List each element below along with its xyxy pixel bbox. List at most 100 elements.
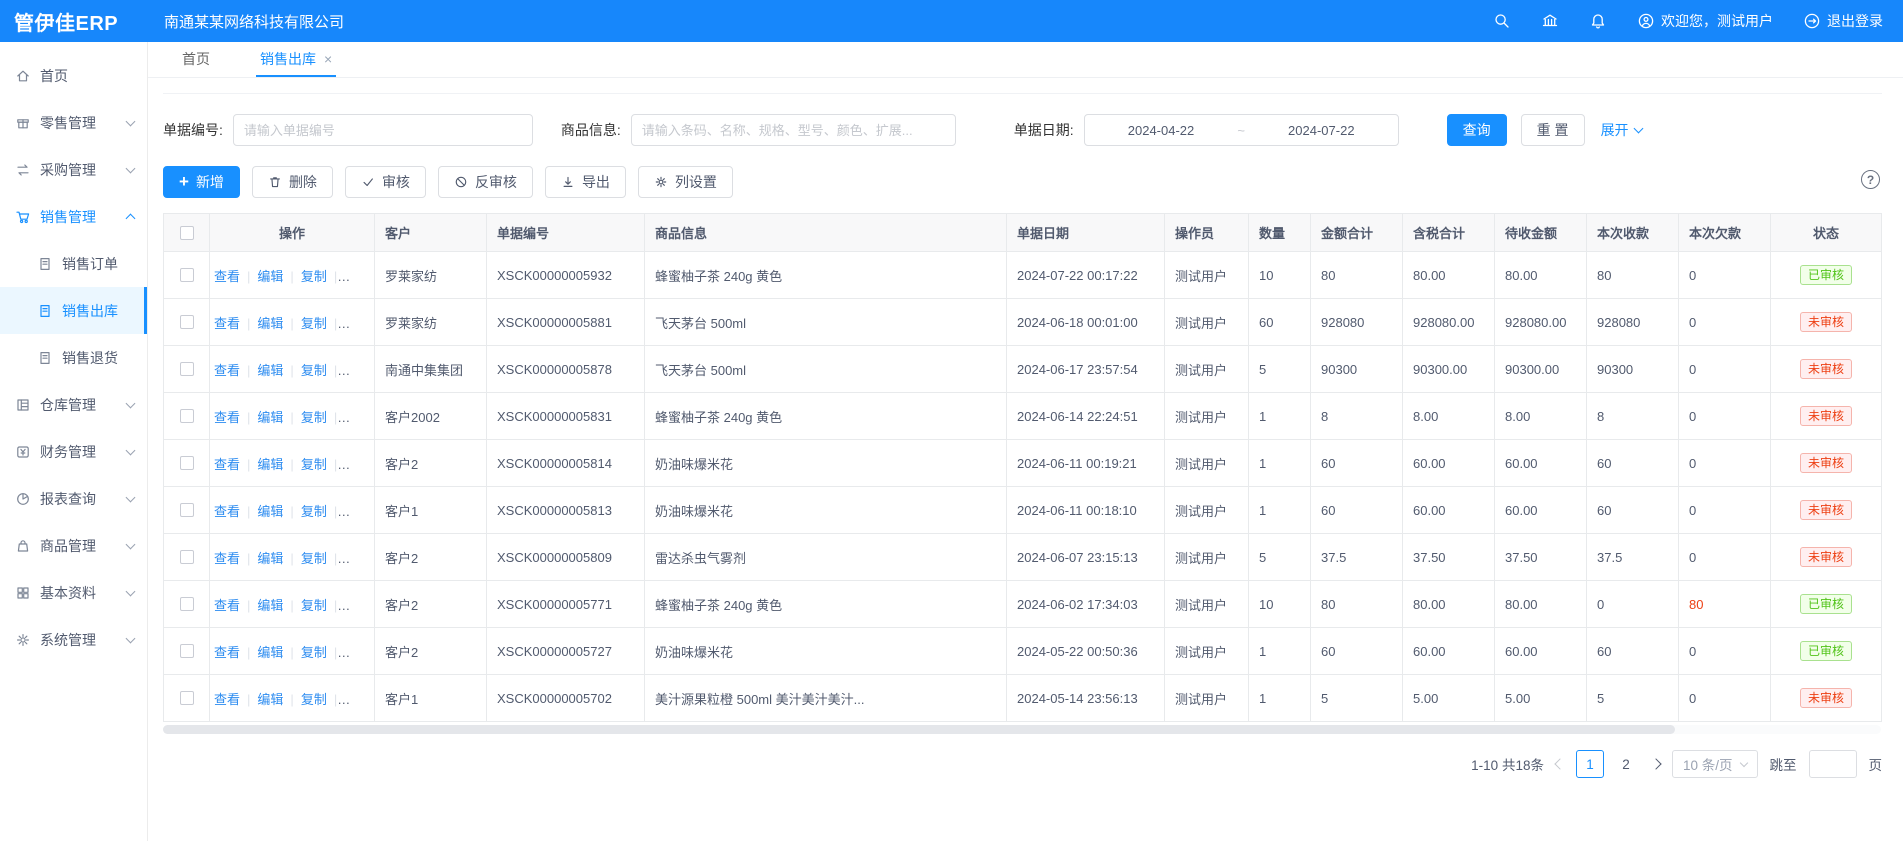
doc-icon [37, 350, 53, 366]
action-复制[interactable]: 复制 [301, 457, 327, 472]
plus-button[interactable]: +新增 [163, 166, 240, 198]
ban-button[interactable]: 反审核 [438, 166, 533, 198]
date-to[interactable]: 2024-07-22 [1288, 123, 1355, 138]
action-复制[interactable]: 复制 [301, 645, 327, 660]
sidebar-item-retail[interactable]: 零售管理 [0, 99, 147, 146]
select-all-checkbox[interactable] [180, 226, 194, 240]
next-page-icon[interactable] [1650, 758, 1661, 769]
cell-amount: 80 [1311, 581, 1403, 628]
action-编辑[interactable]: 编辑 [257, 269, 283, 284]
action-复制[interactable]: 复制 [301, 598, 327, 613]
page-number-1[interactable]: 1 [1576, 750, 1604, 778]
action-复制[interactable]: 复制 [301, 363, 327, 378]
jump-page-input[interactable] [1809, 750, 1857, 778]
reset-button[interactable]: 重 置 [1521, 114, 1585, 146]
status-badge: 已审核 [1800, 641, 1852, 661]
search-icon[interactable] [1493, 12, 1511, 30]
row-checkbox[interactable] [180, 409, 194, 423]
date-range-picker[interactable]: 2024-04-22 ~ 2024-07-22 [1084, 114, 1399, 146]
row-checkbox[interactable] [180, 456, 194, 470]
action-查看[interactable]: 查看 [214, 551, 240, 566]
action-复制[interactable]: 复制 [301, 692, 327, 707]
close-icon[interactable]: × [324, 51, 332, 67]
gear-button[interactable]: 列设置 [638, 166, 733, 198]
welcome-text: 欢迎您，测试用户 [1661, 11, 1773, 31]
bell-icon[interactable] [1589, 12, 1607, 30]
row-checkbox[interactable] [180, 315, 194, 329]
sidebar-item-purchase[interactable]: 采购管理 [0, 146, 147, 193]
page-size-select[interactable]: 10 条/页 [1672, 750, 1758, 778]
action-编辑[interactable]: 编辑 [257, 410, 283, 425]
action-编辑[interactable]: 编辑 [257, 363, 283, 378]
action-查看[interactable]: 查看 [214, 598, 240, 613]
action-查看[interactable]: 查看 [214, 457, 240, 472]
row-checkbox[interactable] [180, 691, 194, 705]
action-复制[interactable]: 复制 [301, 504, 327, 519]
action-编辑[interactable]: 编辑 [257, 457, 283, 472]
action-查看[interactable]: 查看 [214, 645, 240, 660]
scrollbar-thumb[interactable] [163, 725, 1675, 734]
welcome-user[interactable]: 欢迎您，测试用户 [1637, 11, 1773, 31]
action-查看[interactable]: 查看 [214, 504, 240, 519]
action-编辑[interactable]: 编辑 [257, 504, 283, 519]
trash-button[interactable]: 删除 [252, 166, 333, 198]
sidebar-item-finance[interactable]: 财务管理 [0, 428, 147, 475]
help-icon[interactable]: ? [1861, 170, 1880, 189]
home-icon [15, 68, 31, 84]
sidebar-item-report[interactable]: 报表查询 [0, 475, 147, 522]
sidebar-item-home[interactable]: 首页 [0, 52, 147, 99]
sidebar-item-sales-outbound[interactable]: 销售出库 [0, 287, 147, 334]
product-info-input[interactable] [631, 114, 956, 146]
cell-customer: 客户1 [375, 675, 487, 722]
sidebar-item-base[interactable]: 基本资料 [0, 569, 147, 616]
cell-tax_amount: 8.00 [1403, 393, 1495, 440]
check-button[interactable]: 审核 [345, 166, 426, 198]
bill-no-input[interactable] [233, 114, 533, 146]
prev-page-icon[interactable] [1554, 758, 1565, 769]
action-查看[interactable]: 查看 [214, 692, 240, 707]
row-checkbox[interactable] [180, 503, 194, 517]
download-button[interactable]: 导出 [545, 166, 626, 198]
cell-qty: 5 [1249, 346, 1311, 393]
action-编辑[interactable]: 编辑 [257, 598, 283, 613]
cell-debt: 0 [1679, 393, 1771, 440]
action-复制[interactable]: 复制 [301, 269, 327, 284]
sidebar-item-goods[interactable]: 商品管理 [0, 522, 147, 569]
sales-icon [15, 209, 31, 225]
row-checkbox[interactable] [180, 644, 194, 658]
tab-home[interactable]: 首页 [178, 42, 214, 77]
row-checkbox[interactable] [180, 362, 194, 376]
sidebar-item-sales-order[interactable]: 销售订单 [0, 240, 147, 287]
action-查看[interactable]: 查看 [214, 269, 240, 284]
search-button[interactable]: 查询 [1447, 114, 1507, 146]
action-查看[interactable]: 查看 [214, 363, 240, 378]
action-编辑[interactable]: 编辑 [257, 316, 283, 331]
row-actions: 查看|编辑|复制|删除 [210, 628, 375, 675]
action-复制[interactable]: 复制 [301, 551, 327, 566]
page-unit: 页 [1869, 754, 1883, 774]
sidebar-item-sales[interactable]: 销售管理 [0, 193, 147, 240]
row-checkbox[interactable] [180, 268, 194, 282]
sidebar-item-system[interactable]: 系统管理 [0, 616, 147, 663]
action-编辑[interactable]: 编辑 [257, 551, 283, 566]
row-checkbox[interactable] [180, 597, 194, 611]
action-编辑[interactable]: 编辑 [257, 645, 283, 660]
action-复制[interactable]: 复制 [301, 410, 327, 425]
page-number-2[interactable]: 2 [1612, 750, 1640, 778]
sidebar-item-warehouse[interactable]: 仓库管理 [0, 381, 147, 428]
action-编辑[interactable]: 编辑 [257, 692, 283, 707]
tab-sales-outbound[interactable]: 销售出库 × [256, 42, 336, 77]
logout-button[interactable]: 退出登录 [1803, 11, 1883, 31]
bank-icon[interactable] [1541, 12, 1559, 30]
expand-toggle[interactable]: 展开 [1601, 120, 1642, 140]
row-actions: 查看|编辑|复制|删除 [210, 581, 375, 628]
action-复制[interactable]: 复制 [301, 316, 327, 331]
date-from[interactable]: 2024-04-22 [1128, 123, 1195, 138]
row-checkbox[interactable] [180, 550, 194, 564]
pagination: 1-10 共18条 12 10 条/页 跳至 页 [163, 750, 1882, 778]
sidebar-item-sales-return[interactable]: 销售退货 [0, 334, 147, 381]
action-查看[interactable]: 查看 [214, 410, 240, 425]
action-查看[interactable]: 查看 [214, 316, 240, 331]
cell-customer: 客户2 [375, 440, 487, 487]
cell-received: 60 [1587, 487, 1679, 534]
